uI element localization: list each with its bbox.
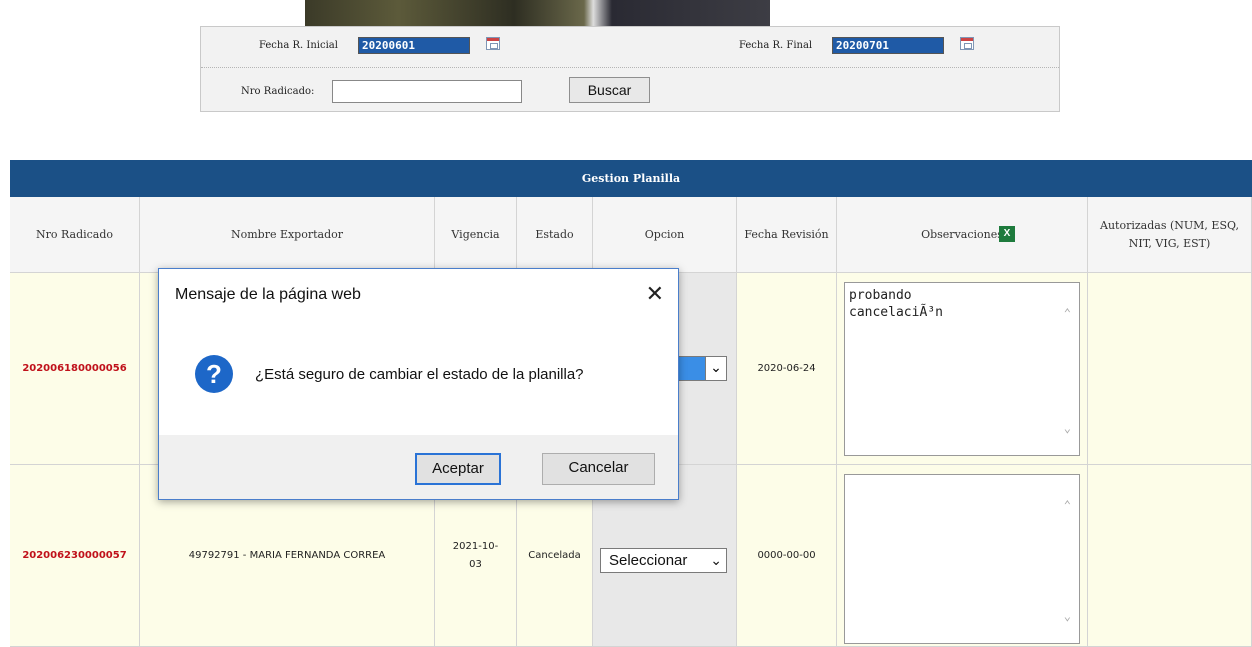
fecha-inicial-label: Fecha R. Inicial: [259, 40, 338, 51]
header-fecha-revision: Fecha Revisión: [737, 197, 837, 273]
header-observaciones: Observaciones: [837, 197, 1088, 273]
table-row-2-radicado: 202006230000057: [10, 465, 140, 647]
header-logo-fragment: [80, 6, 250, 18]
calendar-icon[interactable]: [960, 37, 974, 50]
scroll-up-icon[interactable]: ⌃: [1064, 497, 1071, 514]
dialog-title: Mensaje de la página web: [175, 286, 361, 303]
buscar-button[interactable]: Buscar: [569, 77, 650, 103]
scroll-up-icon[interactable]: ⌃: [1064, 305, 1071, 322]
radicado-value: 202006230000057: [22, 549, 127, 561]
close-icon[interactable]: ✕: [646, 281, 664, 307]
aceptar-button[interactable]: Aceptar: [415, 453, 501, 485]
table-title: Gestion Planilla: [10, 160, 1252, 197]
dialog-message: ¿Está seguro de cambiar el estado de la …: [255, 366, 584, 383]
question-icon: ?: [195, 355, 233, 393]
header-banner-image: [305, 0, 770, 26]
confirm-dialog: Mensaje de la página web ✕ ? ¿Está segur…: [158, 268, 679, 500]
header-nombre-exportador: Nombre Exportador: [140, 197, 435, 273]
chevron-down-icon: ⌄: [705, 356, 727, 381]
opcion-select-value: Seleccionar: [609, 552, 688, 569]
fecha-final-label: Fecha R. Final: [739, 40, 813, 51]
cancelar-button[interactable]: Cancelar: [542, 453, 655, 485]
chevron-down-icon: ⌄: [710, 552, 722, 568]
scroll-down-icon[interactable]: ⌄: [1064, 420, 1071, 437]
header-opcion: Opcion: [593, 197, 737, 273]
fecha-final-input[interactable]: 20200701: [832, 37, 944, 54]
opcion-select[interactable]: Seleccionar ⌄: [600, 548, 727, 573]
calendar-icon[interactable]: [486, 37, 500, 50]
excel-export-icon[interactable]: X: [999, 226, 1015, 242]
table-row-2-autorizadas: [1088, 465, 1252, 647]
table-row-2-fecha: 0000-00-00: [737, 465, 837, 647]
form-divider: [201, 67, 1059, 68]
scroll-down-icon[interactable]: ⌄: [1064, 608, 1071, 625]
search-form: Fecha R. Inicial 20200601 Fecha R. Final…: [200, 26, 1060, 112]
header-estado: Estado: [517, 197, 593, 273]
observaciones-textarea[interactable]: probando cancelaciÃ³n ⌃ ⌄: [844, 282, 1080, 456]
observaciones-textarea[interactable]: ⌃ ⌄: [844, 474, 1080, 644]
table-row-1-autorizadas: [1088, 273, 1252, 465]
radicado-value: 202006180000056: [22, 362, 127, 374]
header-autorizadas: Autorizadas (NUM, ESQ, NIT, VIG, EST): [1088, 197, 1252, 273]
observaciones-text: probando cancelaciÃ³n: [849, 288, 943, 320]
fecha-inicial-input[interactable]: 20200601: [358, 37, 470, 54]
nro-radicado-input[interactable]: [332, 80, 522, 103]
header-vigencia: Vigencia: [435, 197, 517, 273]
nro-radicado-label: Nro Radicado:: [241, 86, 315, 97]
table-row-1-fecha: 2020-06-24: [737, 273, 837, 465]
table-row-1-radicado: 202006180000056: [10, 273, 140, 465]
header-nro-radicado: Nro Radicado: [10, 197, 140, 273]
